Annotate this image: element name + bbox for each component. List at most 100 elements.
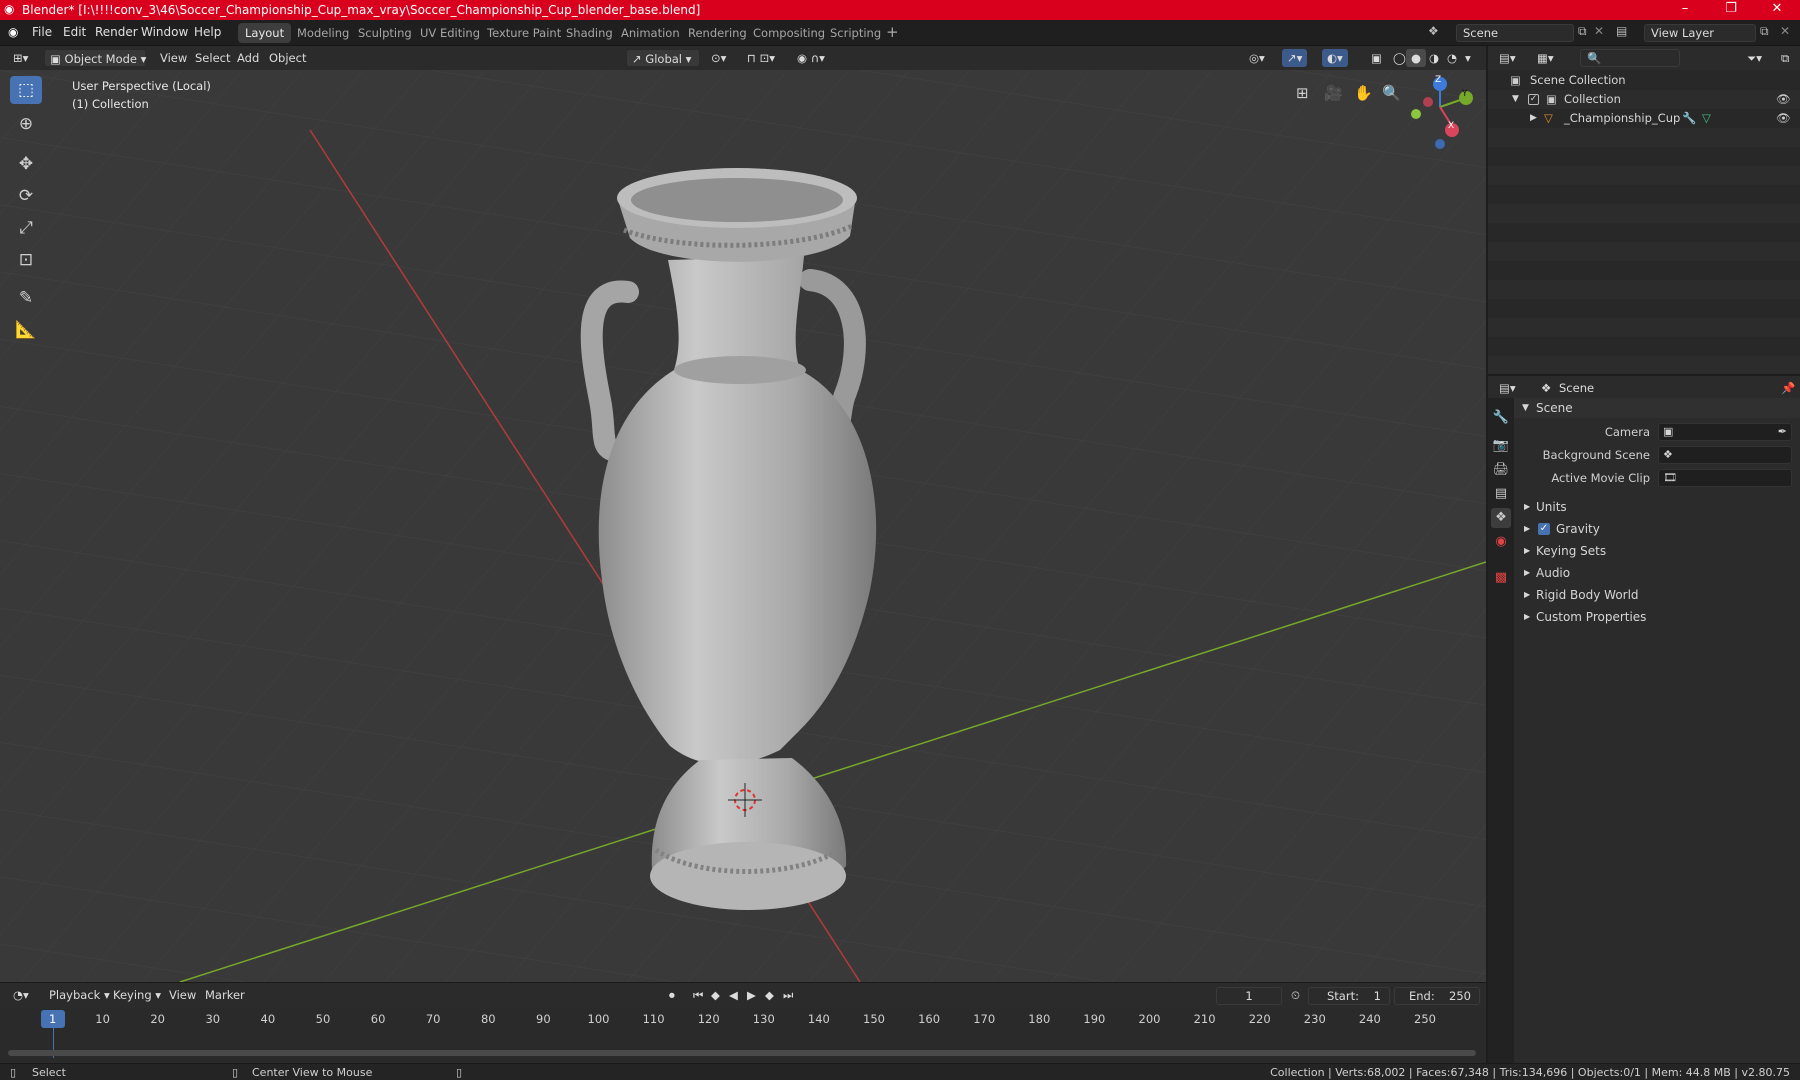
snap-icon[interactable]: ⊓ ⊡▾ [742, 49, 780, 67]
new-scene-icon[interactable]: ⧉ [1578, 24, 1587, 39]
add-workspace-icon[interactable]: + [886, 23, 899, 41]
select-box-tool-icon[interactable]: ⬚ [10, 76, 42, 104]
background-scene-field[interactable]: ❖ [1658, 446, 1792, 464]
xray-toggle-icon[interactable]: ▣ [1366, 49, 1387, 67]
menu-select[interactable]: Select [190, 49, 235, 67]
editor-type-icon[interactable]: ⊞▾ [8, 49, 33, 67]
audio-section[interactable]: ▶ Audio [1514, 563, 1800, 583]
gravity-checkbox[interactable]: ✓ [1538, 523, 1550, 535]
tab-scripting[interactable]: Scripting [823, 23, 888, 43]
eyedropper-icon[interactable]: ✒ [1778, 422, 1787, 442]
units-section[interactable]: ▶ Units [1514, 497, 1800, 517]
tool-tab-icon[interactable]: 🔧 [1491, 408, 1511, 428]
menu-object[interactable]: Object [264, 49, 311, 67]
shading-options-icon[interactable]: ▾ [1460, 49, 1476, 67]
cursor-tool-icon[interactable]: ⊕ [10, 110, 42, 138]
properties-editor-type-icon[interactable]: ▤▾ [1494, 379, 1521, 397]
tab-modeling[interactable]: Modeling [290, 23, 356, 43]
pivot-point-icon[interactable]: ⊙▾ [706, 49, 731, 67]
rigid-body-world-section[interactable]: ▶ Rigid Body World [1514, 585, 1800, 605]
current-frame-field[interactable]: 1 [1216, 987, 1282, 1005]
move-tool-icon[interactable]: ✥ [10, 150, 42, 178]
delete-view-layer-icon[interactable]: ✕ [1780, 24, 1790, 38]
play-reverse-icon[interactable]: ◀ [724, 986, 743, 1004]
object-expand-icon[interactable]: ▶ [1530, 109, 1537, 128]
next-keyframe-icon[interactable]: ◆ [760, 986, 779, 1004]
jump-end-icon[interactable]: ⏭ [778, 986, 798, 1004]
transform-tool-icon[interactable]: ⊡ [10, 246, 42, 274]
keying-sets-section[interactable]: ▶ Keying Sets [1514, 541, 1800, 561]
mesh-data-icon[interactable]: ▽ [1702, 109, 1711, 128]
preview-range-icon[interactable]: ⏲ [1286, 986, 1305, 1004]
mode-dropdown[interactable]: ▣ Object Mode ▾ [44, 49, 146, 67]
new-view-layer-icon[interactable]: ⧉ [1760, 24, 1769, 39]
pin-icon[interactable]: 📌 [1776, 379, 1800, 397]
visibility-icon[interactable]: ◎▾ [1244, 49, 1270, 67]
tab-texture-paint[interactable]: Texture Paint [480, 23, 568, 43]
close-button[interactable]: ✕ [1754, 0, 1800, 20]
transform-orientation-dropdown[interactable]: ↗ Global ▾ [626, 49, 700, 67]
menu-render[interactable]: Render [95, 25, 138, 39]
timeline-view-menu[interactable]: View [164, 986, 201, 1004]
modifier-wrench-icon[interactable]: 🔧 [1682, 109, 1696, 128]
timeline-scrollbar[interactable] [8, 1050, 1476, 1056]
prev-keyframe-icon[interactable]: ◆ [706, 986, 725, 1004]
blender-menu-icon[interactable]: ◉ [8, 25, 18, 39]
scene-panel-header[interactable]: ▼ Scene [1514, 398, 1800, 418]
output-tab-icon[interactable]: 🖨 [1491, 460, 1511, 480]
keying-menu[interactable]: Keying ▾ [108, 986, 166, 1004]
view-layer-browse-icon[interactable]: ▤ [1616, 24, 1627, 38]
annotate-tool-icon[interactable]: ✎ [10, 284, 42, 312]
measure-tool-icon[interactable]: 📐 [10, 316, 42, 344]
new-collection-icon[interactable]: ⧉ [1776, 49, 1794, 67]
view-layer-field[interactable]: View Layer [1644, 24, 1756, 42]
pan-hand-icon[interactable]: ✋ [1354, 84, 1373, 102]
3d-viewport[interactable]: Z Y X User Perspective (Local) (1) Colle… [0, 70, 1486, 982]
display-mode-icon[interactable]: ▦▾ [1532, 49, 1559, 67]
minimize-button[interactable]: – [1662, 0, 1708, 20]
collection-visibility-eye-icon[interactable]: 👁 [1776, 90, 1791, 109]
tab-layout[interactable]: Layout [238, 23, 292, 43]
camera-view-icon[interactable]: 🎥 [1324, 84, 1343, 102]
playback-menu[interactable]: Playback ▾ [44, 986, 115, 1004]
scene-browse-icon[interactable]: ❖ [1428, 24, 1439, 38]
menu-file[interactable]: File [32, 25, 52, 39]
record-button-icon[interactable]: ⏺ [664, 986, 680, 1004]
outliner-row-scene-collection[interactable]: ▣ Scene Collection [1488, 71, 1800, 90]
end-frame-field[interactable]: End: 250 [1394, 987, 1480, 1005]
maximize-button[interactable]: ❐ [1708, 0, 1754, 20]
frame-ruler[interactable]: 10 20 30 40 50 60 70 80 90 100 110 120 130 140 150 160 1… [0, 1008, 1486, 1028]
outliner-search-input[interactable]: 🔍 [1580, 49, 1680, 67]
play-icon[interactable]: ▶ [742, 986, 761, 1004]
grid-view-icon[interactable]: ⊞ [1296, 84, 1309, 102]
timeline-editor-type-icon[interactable]: ◔▾ [8, 986, 34, 1004]
collection-expand-icon[interactable]: ▼ [1512, 90, 1519, 109]
view-layer-tab-icon[interactable]: ▤ [1491, 484, 1511, 504]
scale-tool-icon[interactable]: ⤢ [10, 214, 42, 242]
overlay-toggle-icon[interactable]: ◐▾ [1322, 49, 1348, 67]
tab-shading[interactable]: Shading [559, 23, 620, 43]
filter-icon[interactable]: ⏷▾ [1742, 49, 1767, 67]
tab-compositing[interactable]: Compositing [746, 23, 832, 43]
outliner-row-collection[interactable]: ▼ ✓ ▣ Collection 👁 [1488, 90, 1800, 109]
collection-checkbox[interactable]: ✓ [1528, 94, 1539, 105]
object-visibility-eye-icon[interactable]: 👁 [1776, 109, 1791, 128]
delete-scene-icon[interactable]: ✕ [1594, 24, 1604, 38]
timeline-body[interactable]: 10 20 30 40 50 60 70 80 90 100 110 120 130 140 150 160 1… [0, 1008, 1486, 1063]
camera-field[interactable]: ▣ ✒ [1658, 423, 1792, 441]
texture-tab-icon[interactable]: ▩ [1491, 568, 1511, 588]
zoom-icon[interactable]: 🔍 [1382, 84, 1401, 102]
tab-animation[interactable]: Animation [614, 23, 687, 43]
outliner-row-object[interactable]: ▶ ▽ _Championship_Cup 🔧 ▽ 👁 [1488, 109, 1800, 128]
gravity-section[interactable]: ▶ ✓ Gravity [1514, 519, 1800, 539]
rotate-tool-icon[interactable]: ⟳ [10, 182, 42, 210]
menu-help[interactable]: Help [194, 25, 221, 39]
menu-edit[interactable]: Edit [63, 25, 86, 39]
active-movie-clip-field[interactable]: 🎞 [1658, 469, 1792, 487]
scene-name-field[interactable]: Scene [1456, 24, 1574, 42]
marker-menu[interactable]: Marker [200, 986, 250, 1004]
start-frame-field[interactable]: Start: 1 [1308, 987, 1390, 1005]
render-tab-icon[interactable]: 📷 [1491, 436, 1511, 456]
tab-uv-editing[interactable]: UV Editing [413, 23, 487, 43]
tab-sculpting[interactable]: Sculpting [351, 23, 419, 43]
